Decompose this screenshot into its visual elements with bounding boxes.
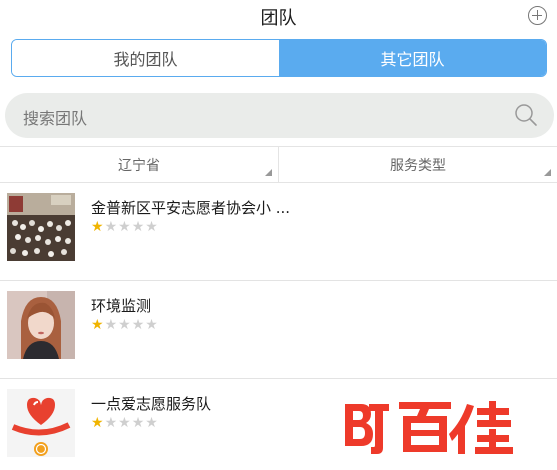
filter-region[interactable]: 辽宁省 (0, 147, 278, 182)
star-icon: ★ (91, 415, 104, 431)
star-icon: ★ (118, 415, 131, 431)
team-segmented-control: 我的团队 其它团队 (11, 39, 547, 77)
star-icon: ★ (104, 317, 118, 333)
star-icon: ★ (118, 219, 131, 235)
star-icon: ★ (131, 415, 145, 431)
filter-bar: 辽宁省 服务类型 (0, 146, 557, 183)
team-name: 金普新区平安志愿者协会小 ... (91, 199, 291, 217)
top-bar: 团队 (0, 0, 557, 34)
plus-circle-icon[interactable] (528, 6, 547, 25)
star-icon: ★ (104, 415, 118, 431)
team-thumbnail (7, 389, 75, 457)
rating-stars: ★ ★ ★ ★ ★ (91, 318, 158, 332)
star-icon: ★ (145, 219, 158, 235)
team-row[interactable]: 金普新区平安志愿者协会小 ... ★ ★ ★ ★ ★ (0, 183, 557, 281)
search-input[interactable]: 搜索团队 (23, 105, 87, 129)
filter-service-type-label: 服务类型 (390, 157, 446, 174)
tab-other-teams[interactable]: 其它团队 (279, 40, 546, 76)
search-bar[interactable]: 搜索团队 (5, 93, 554, 138)
rating-stars: ★ ★ ★ ★ ★ (91, 416, 158, 430)
team-row[interactable]: 环境监测 ★ ★ ★ ★ ★ (0, 281, 557, 379)
page-title: 团队 (260, 8, 297, 29)
filter-region-label: 辽宁省 (118, 157, 160, 174)
star-icon: ★ (91, 219, 104, 235)
star-icon: ★ (145, 415, 158, 431)
rating-stars: ★ ★ ★ ★ ★ (91, 220, 158, 234)
team-thumbnail (7, 193, 75, 261)
star-icon: ★ (104, 219, 118, 235)
star-icon: ★ (145, 317, 158, 333)
tab-my-teams[interactable]: 我的团队 (12, 40, 279, 76)
star-icon: ★ (91, 317, 104, 333)
team-thumbnail (7, 291, 75, 359)
star-icon: ★ (131, 317, 145, 333)
watermark-logo (345, 401, 513, 454)
star-icon: ★ (118, 317, 131, 333)
team-name: 一点爱志愿服务队 (91, 395, 212, 413)
search-icon[interactable] (514, 103, 538, 127)
dropdown-corner-icon (265, 169, 272, 176)
star-icon: ★ (131, 219, 145, 235)
filter-service-type[interactable]: 服务类型 (278, 147, 557, 182)
dropdown-corner-icon (544, 169, 551, 176)
team-name: 环境监测 (91, 297, 152, 315)
